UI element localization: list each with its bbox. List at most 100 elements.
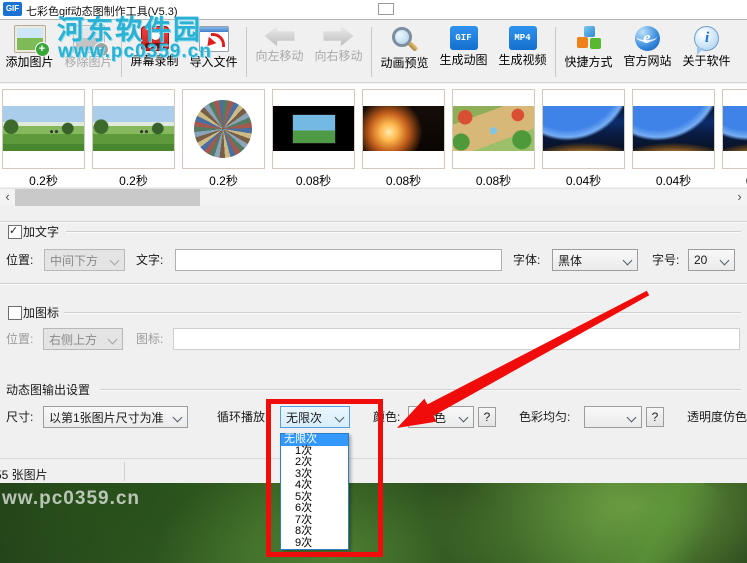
- frame-image-park: [3, 106, 84, 151]
- frame-thumbnail[interactable]: [452, 89, 535, 169]
- add-icon-checkbox-label: 加图标: [23, 306, 60, 320]
- frame-duration-label: 0.04秒: [655, 174, 692, 187]
- frame-image-park: [93, 106, 174, 151]
- frame-duration-label: 0.2秒: [209, 174, 238, 187]
- preview-icon: [391, 26, 418, 53]
- frame-image-earth: [543, 106, 624, 151]
- frame-thumbnail[interactable]: [92, 89, 175, 169]
- output-settings-group-label: 动态图输出设置: [6, 383, 91, 397]
- output-group-line: [100, 389, 741, 390]
- filmstrip-item[interactable]: 0.2秒: [92, 89, 175, 187]
- frame-thumbnail[interactable]: [542, 89, 625, 169]
- chevron-down-icon: [626, 412, 637, 423]
- scroll-left-arrow-icon[interactable]: ‹: [0, 189, 15, 206]
- output-size-select[interactable]: 以第1张图片尺寸为准: [43, 406, 188, 428]
- output-size-label: 尺寸:: [6, 410, 34, 424]
- toolbar-button-label: 生成视频: [498, 53, 547, 67]
- toolbar-button-label: 官方网站: [623, 54, 672, 68]
- dither-help-button[interactable]: ?: [646, 407, 664, 427]
- add-icon-group-line: [64, 312, 741, 313]
- filmstrip-scrollbar[interactable]: ‹ ›: [0, 188, 747, 206]
- transparency-label: 透明度仿色: [687, 410, 747, 424]
- frame-thumbnail[interactable]: [632, 89, 715, 169]
- toolbar-button-label: 添加图片: [5, 55, 54, 69]
- toolbar-separator: [246, 27, 247, 77]
- frame-duration-label: 0.08秒: [475, 174, 512, 187]
- add-text-checkbox-label: 加文字: [23, 225, 60, 239]
- text-position-value: 中间下方: [50, 253, 99, 268]
- filmstrip-item[interactable]: 0.04秒: [632, 89, 715, 187]
- scroll-right-arrow-icon[interactable]: ›: [732, 189, 747, 206]
- separator: [0, 221, 747, 222]
- filmstrip-item[interactable]: 0.08秒: [362, 89, 445, 187]
- frame-duration-label: 0.08秒: [295, 174, 332, 187]
- about-badge-text: i: [705, 30, 710, 46]
- text-content-input[interactable]: [175, 249, 502, 271]
- website-badge-text: e: [643, 28, 651, 47]
- separator: [0, 283, 747, 284]
- frame-duration-label: 0.04秒: [722, 172, 747, 187]
- toolbar-separator: [371, 27, 372, 77]
- image-count: 55 张图片: [0, 468, 48, 482]
- filmstrip-item[interactable]: 0.2秒: [182, 89, 265, 187]
- toolbar-separator: [555, 27, 556, 77]
- add-text-group-line: [66, 231, 741, 232]
- filmstrip-item[interactable]: 0.04秒: [722, 89, 747, 187]
- icon-position-value: 右侧上方: [49, 332, 98, 347]
- icon-position-label: 位置:: [6, 332, 34, 346]
- frame-duration-label: 0.2秒: [29, 174, 58, 187]
- frame-image-tv: [273, 106, 354, 151]
- color-help-button[interactable]: ?: [478, 407, 496, 427]
- font-select[interactable]: 黑体: [552, 249, 638, 271]
- filmstrip-item[interactable]: 0.08秒: [272, 89, 355, 187]
- shortcut-button[interactable]: 快捷方式: [559, 25, 618, 69]
- badge-gif-icon: GIF: [449, 26, 478, 50]
- move-right-icon: [323, 26, 354, 46]
- make-gif-button[interactable]: GIF 生成动图: [434, 25, 493, 67]
- frame-thumbnail[interactable]: [182, 89, 265, 169]
- official-website-button[interactable]: e 官方网站: [618, 25, 677, 68]
- frame-image-earth: [723, 106, 747, 151]
- filmstrip-item[interactable]: 0.08秒: [452, 89, 535, 187]
- watermark-bottom: ww.pc0359.cn: [2, 488, 141, 509]
- frame-thumbnail[interactable]: [362, 89, 445, 169]
- icon-position-select: 右侧上方: [43, 328, 123, 350]
- color-select[interactable]: 256色: [408, 406, 474, 428]
- grass-blade-highlight: [588, 483, 726, 563]
- toolbar-button-label: 向左移动: [255, 49, 304, 63]
- frame-duration-label: 0.2秒: [119, 174, 148, 187]
- font-value: 黑体: [558, 253, 583, 268]
- add-text-checkbox[interactable]: [8, 224, 22, 239]
- frame-thumbnail[interactable]: [272, 89, 355, 169]
- font-size-select[interactable]: 20: [688, 249, 735, 271]
- icon-file-label: 图标:: [136, 332, 164, 346]
- window-control-box[interactable]: [378, 3, 394, 15]
- move-left-icon: [264, 26, 295, 46]
- dither-label: 色彩均匀:: [519, 410, 571, 424]
- frame-thumbnail[interactable]: [2, 89, 85, 169]
- frame-image-collage: [194, 100, 252, 158]
- add-icon-checkbox[interactable]: [8, 306, 22, 320]
- output-size-value: 以第1张图片尺寸为准: [49, 410, 164, 425]
- frame-image-village: [453, 106, 534, 151]
- toolbar-button-label: 动画预览: [380, 56, 429, 70]
- toolbar-button-label: 快捷方式: [564, 55, 613, 69]
- scrollbar-thumb[interactable]: [15, 189, 200, 206]
- icon-file-input: [173, 328, 740, 350]
- make-video-button[interactable]: MP4 生成视频: [493, 25, 552, 67]
- shortcut-icon: [575, 26, 603, 52]
- font-size-label: 字号:: [652, 253, 680, 267]
- frame-thumbnail[interactable]: [722, 89, 747, 169]
- add-image-button[interactable]: 添加图片: [0, 25, 59, 69]
- badge-mp4-badge-text: MP4: [514, 33, 531, 43]
- filmstrip-item[interactable]: 0.04秒: [542, 89, 625, 187]
- font-label: 字体:: [513, 253, 541, 267]
- animation-preview-button[interactable]: 动画预览: [375, 25, 434, 70]
- dither-select[interactable]: [584, 406, 642, 428]
- text-position-select[interactable]: 中间下方: [44, 249, 125, 271]
- app-window: GIF 七彩色gif动态图制作工具(V5.3) 添加图片移除图片屏幕录制导入文件…: [0, 0, 747, 563]
- move-left-button: 向左移动: [250, 25, 309, 63]
- text-position-label: 位置:: [6, 253, 34, 267]
- filmstrip-item[interactable]: 0.2秒: [2, 89, 85, 187]
- about-software-button[interactable]: i 关于软件: [677, 25, 736, 68]
